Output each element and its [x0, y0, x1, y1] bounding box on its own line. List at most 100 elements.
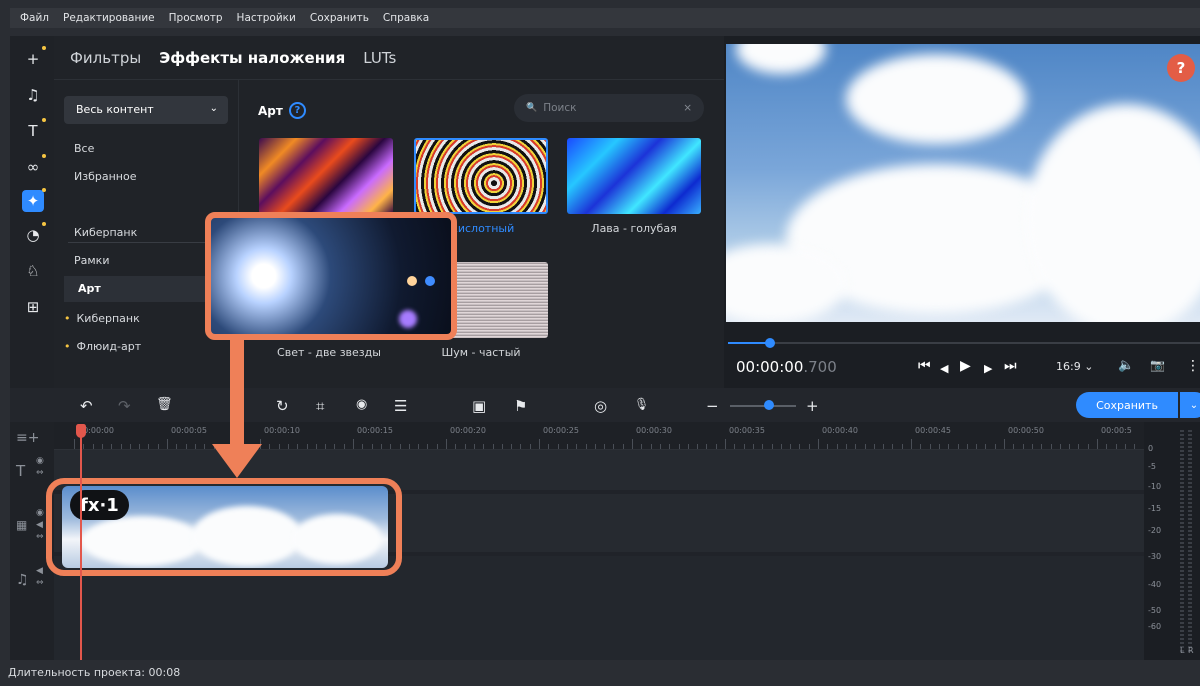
- ruler-tick: [1031, 444, 1033, 449]
- effect-badge[interactable]: fx·1: [70, 490, 129, 520]
- delete-icon[interactable]: 🗑: [156, 397, 173, 412]
- ruler-tick: [194, 444, 196, 449]
- db-label: 0: [1148, 444, 1154, 453]
- stickers-icon[interactable]: ♘: [22, 260, 44, 282]
- menu-view[interactable]: Просмотр: [169, 12, 223, 24]
- category-frames[interactable]: Рамки: [74, 254, 109, 267]
- rotate-icon[interactable]: ↻: [276, 397, 289, 415]
- ruler-tick: [408, 444, 410, 449]
- ruler-tick: [287, 444, 289, 449]
- menu-help[interactable]: Справка: [383, 12, 429, 24]
- stabilize-icon[interactable]: ▣: [472, 397, 486, 415]
- frame-back-icon[interactable]: ◀: [940, 362, 948, 375]
- effect-thumbnail-art[interactable]: [259, 138, 393, 214]
- save-options-icon[interactable]: ⌄: [1180, 392, 1200, 418]
- link-icon[interactable]: ⇔: [36, 468, 44, 478]
- ruler-tick: [883, 444, 885, 449]
- mute-icon[interactable]: ◀: [36, 566, 43, 576]
- ruler-tick: [529, 444, 531, 449]
- zoom-knob[interactable]: [764, 400, 774, 410]
- link-icon[interactable]: ⇔: [36, 532, 44, 542]
- visibility-icon[interactable]: ◉: [36, 508, 44, 518]
- play-icon[interactable]: ▶: [960, 358, 971, 374]
- tab-luts[interactable]: LUTs: [363, 49, 396, 67]
- ruler-tick: [278, 444, 280, 449]
- music-icon[interactable]: ♫: [22, 84, 44, 106]
- dragged-effect-thumbnail[interactable]: [205, 212, 457, 340]
- plus-icon[interactable]: +: [22, 46, 46, 70]
- volume-icon[interactable]: 🔈: [1118, 358, 1134, 373]
- playhead[interactable]: [80, 436, 82, 660]
- transitions-glyph: ∞: [26, 158, 40, 176]
- ruler-tick: [1041, 444, 1043, 449]
- zoom-slider[interactable]: [730, 405, 796, 407]
- color-icon[interactable]: ◉: [356, 397, 367, 412]
- more-tools-icon[interactable]: ⊞: [22, 296, 44, 318]
- microphone-icon[interactable]: 🎙: [634, 397, 649, 411]
- adjust-icon[interactable]: ☰: [394, 397, 407, 415]
- frame-forward-icon[interactable]: ▶: [984, 362, 992, 375]
- timer-icon[interactable]: ◔: [22, 222, 46, 246]
- tab-overlay-effects[interactable]: Эффекты наложения: [159, 49, 345, 67]
- project-duration: Длительность проекта: 00:08: [8, 666, 181, 679]
- new-dot: [42, 118, 46, 122]
- ruler-tick: [818, 439, 819, 449]
- cloud-shape: [736, 44, 826, 74]
- visibility-icon[interactable]: ◉: [36, 456, 44, 466]
- content-dropdown[interactable]: Весь контент ⌄: [64, 96, 228, 124]
- help-circle-icon[interactable]: ?: [288, 102, 306, 119]
- webcam-icon[interactable]: ◎: [594, 397, 607, 415]
- effect-thumbnail-lava-blue[interactable]: [567, 138, 701, 214]
- redo-icon[interactable]: ↷: [118, 397, 131, 415]
- menu-file[interactable]: Файл: [20, 12, 49, 24]
- db-label: -50: [1148, 606, 1162, 615]
- marker-icon[interactable]: ⚑: [514, 397, 527, 415]
- menu-edit[interactable]: Редактирование: [63, 12, 155, 24]
- ruler-tick-label: 00:00:25: [543, 426, 579, 435]
- left-frame: [0, 36, 10, 660]
- add-track-icon[interactable]: ≡+: [16, 430, 39, 446]
- category-cyberpunk[interactable]: Киберпанк: [74, 226, 137, 239]
- ruler-tick: [622, 444, 624, 449]
- more-icon[interactable]: ⋮: [1186, 358, 1200, 374]
- category-fluid-art[interactable]: • Флюид-арт: [64, 340, 141, 353]
- video-preview: [726, 44, 1200, 322]
- tab-filters[interactable]: Фильтры: [70, 49, 141, 67]
- aspect-ratio-select[interactable]: 16:9 ⌄: [1056, 360, 1093, 373]
- ruler-tick: [1004, 439, 1005, 449]
- zoom-out-icon[interactable]: −: [706, 397, 719, 415]
- category-all[interactable]: Все: [74, 142, 94, 155]
- ruler-tick: [111, 444, 113, 449]
- help-button[interactable]: ?: [1167, 54, 1195, 82]
- ruler-tick: [129, 444, 131, 449]
- category-favorites[interactable]: Избранное: [74, 170, 136, 183]
- scrubber-knob[interactable]: [765, 338, 775, 348]
- scrubber[interactable]: [728, 338, 1200, 348]
- link-icon[interactable]: ⇔: [36, 578, 44, 588]
- undo-icon[interactable]: ↶: [80, 397, 93, 415]
- new-dot: [42, 46, 46, 50]
- ruler-tick: [167, 439, 168, 449]
- skip-start-icon[interactable]: ⏮: [918, 358, 931, 374]
- category-label: Киберпанк: [76, 312, 140, 325]
- mute-icon[interactable]: ◀: [36, 520, 43, 530]
- menu-settings[interactable]: Настройки: [237, 12, 296, 24]
- effects-icon[interactable]: ✦: [22, 188, 46, 212]
- ruler-tick: [604, 444, 606, 449]
- snapshot-icon[interactable]: 📷: [1150, 358, 1165, 372]
- clear-icon[interactable]: ×: [683, 102, 692, 114]
- ruler-tick: [120, 444, 122, 449]
- search-input[interactable]: 🔍 Поиск ×: [514, 94, 704, 122]
- zoom-in-icon[interactable]: +: [806, 397, 819, 415]
- save-button[interactable]: Сохранить: [1076, 392, 1178, 418]
- effect-thumbnail-acid[interactable]: [414, 138, 548, 214]
- category-cyberpunk-2[interactable]: • Киберпанк: [64, 312, 140, 325]
- ruler-tick: [669, 444, 671, 449]
- ruler-tick: [585, 444, 587, 449]
- transitions-icon[interactable]: ∞: [22, 154, 46, 178]
- skip-end-icon[interactable]: ⏭: [1004, 358, 1017, 374]
- menu-save[interactable]: Сохранить: [310, 12, 369, 24]
- text-icon[interactable]: T: [22, 118, 46, 142]
- effect-label-lava-blue: Лава - голубая: [591, 222, 677, 235]
- crop-icon[interactable]: ⌗: [316, 397, 324, 415]
